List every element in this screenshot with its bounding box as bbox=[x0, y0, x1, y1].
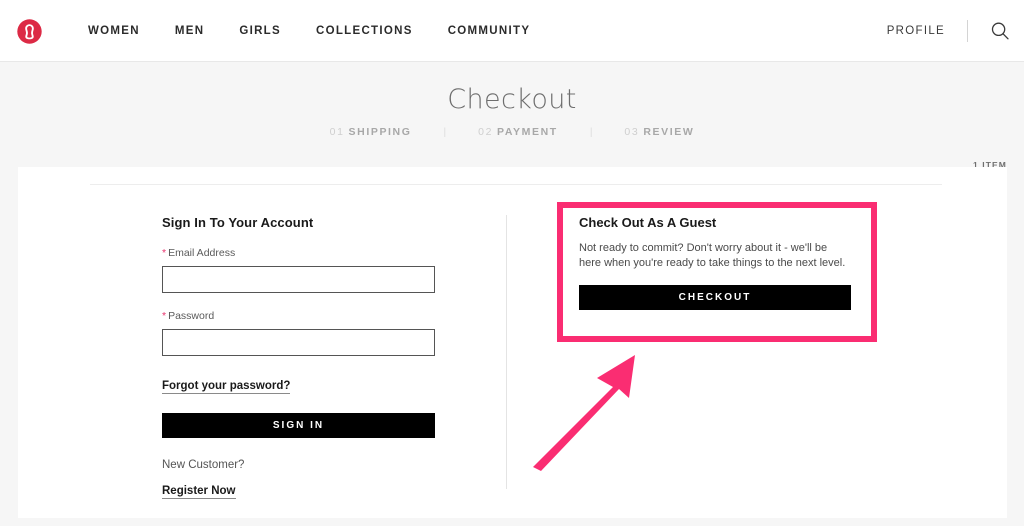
card-top-divider bbox=[90, 184, 942, 185]
password-field-label: * Password bbox=[162, 310, 435, 322]
email-label-text: Email Address bbox=[168, 247, 236, 259]
primary-nav-links: WOMEN MEN GIRLS COLLECTIONS COMMUNITY bbox=[88, 0, 530, 62]
step-review-label: REVIEW bbox=[643, 126, 695, 138]
email-required-mark: * bbox=[162, 247, 167, 259]
email-input[interactable] bbox=[162, 266, 435, 293]
password-input[interactable] bbox=[162, 329, 435, 356]
search-icon[interactable] bbox=[990, 21, 1010, 41]
signin-heading: Sign In To Your Account bbox=[162, 215, 314, 230]
step-shipping-number: 01 bbox=[329, 126, 345, 138]
step-shipping-label: SHIPPING bbox=[348, 126, 412, 138]
nav-link-community[interactable]: COMMUNITY bbox=[448, 25, 531, 37]
password-label-text: Password bbox=[168, 310, 215, 322]
page-title: Checkout bbox=[447, 84, 577, 115]
logo-svg bbox=[17, 19, 42, 44]
step-payment-number: 02 bbox=[478, 126, 494, 138]
signin-panel: Sign In To Your Account * Email Address *… bbox=[162, 215, 435, 499]
register-wrapper: Register Now bbox=[162, 481, 435, 499]
guest-heading: Check Out As A Guest bbox=[579, 215, 717, 230]
step-separator-2: | bbox=[589, 126, 593, 138]
search-icon-svg bbox=[991, 22, 1009, 40]
forgot-password-wrapper: Forgot your password? bbox=[162, 376, 435, 394]
checkout-header-band: Checkout 01 SHIPPING | 02 PAYMENT | 03 REVI… bbox=[0, 62, 1024, 210]
nav-right-group: PROFILE bbox=[887, 0, 1010, 62]
checkout-step-indicator: 01 SHIPPING | 02 PAYMENT | 03 REVIEW bbox=[0, 126, 1024, 138]
nav-link-men[interactable]: MEN bbox=[175, 25, 204, 37]
step-shipping[interactable]: 01 SHIPPING bbox=[330, 126, 412, 138]
top-navigation-bar: WOMEN MEN GIRLS COLLECTIONS COMMUNITY PR… bbox=[0, 0, 1024, 62]
step-separator-1: | bbox=[443, 126, 447, 138]
sign-in-button[interactable]: SIGN IN bbox=[162, 413, 435, 438]
guest-checkout-panel: Check Out As A Guest Not ready to commit… bbox=[579, 215, 852, 310]
nav-divider bbox=[967, 20, 968, 42]
forgot-password-link[interactable]: Forgot your password? bbox=[162, 380, 291, 394]
step-payment[interactable]: 02 PAYMENT bbox=[478, 126, 558, 138]
guest-checkout-button[interactable]: CHECKOUT bbox=[579, 285, 851, 310]
email-field-label: * Email Address bbox=[162, 247, 435, 259]
new-customer-label: New Customer? bbox=[162, 459, 245, 471]
nav-link-girls[interactable]: GIRLS bbox=[239, 25, 281, 37]
step-review[interactable]: 03 REVIEW bbox=[624, 126, 694, 138]
checkout-page: WOMEN MEN GIRLS COLLECTIONS COMMUNITY PR… bbox=[0, 0, 1024, 526]
lululemon-logo-icon[interactable] bbox=[17, 19, 42, 44]
guest-description: Not ready to commit? Don't worry about i… bbox=[579, 242, 846, 269]
step-review-number: 03 bbox=[624, 126, 640, 138]
register-now-link[interactable]: Register Now bbox=[162, 485, 236, 499]
nav-link-women[interactable]: WOMEN bbox=[88, 25, 140, 37]
column-divider bbox=[506, 215, 507, 489]
step-payment-label: PAYMENT bbox=[497, 126, 558, 138]
nav-link-collections[interactable]: COLLECTIONS bbox=[316, 25, 413, 37]
profile-link[interactable]: PROFILE bbox=[887, 25, 945, 37]
checkout-content-card: Sign In To Your Account * Email Address *… bbox=[18, 167, 1007, 518]
password-required-mark: * bbox=[162, 310, 167, 322]
